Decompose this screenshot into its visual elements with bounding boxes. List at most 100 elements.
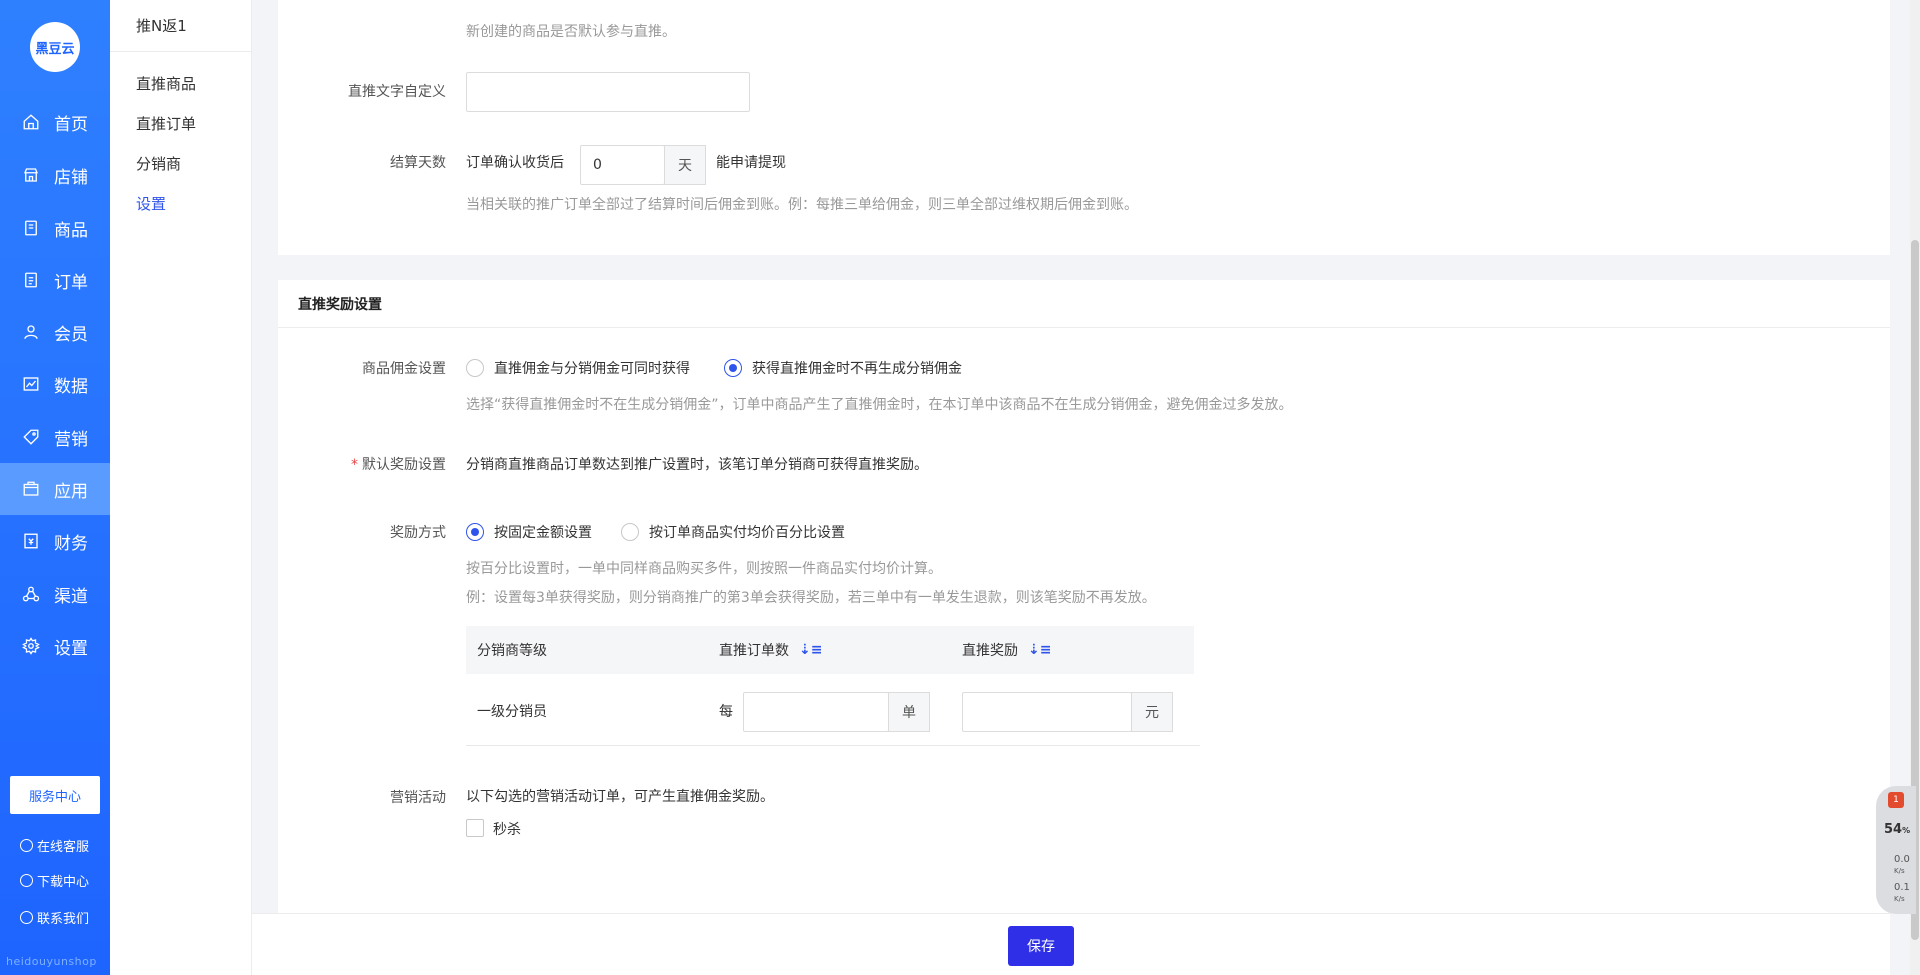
download-rate-unit: K/s [1894,895,1905,903]
contact-us-link[interactable]: 联系我们 [20,908,89,927]
table-row-per: 每 [719,704,733,720]
nav-item-finance[interactable]: 财务 [0,515,110,567]
th-reward-label: 直推奖励 [962,643,1018,659]
nav-item-label: 订单 [54,272,88,293]
channel-icon [20,585,42,603]
cpu-percent: 54% [1884,822,1910,837]
network-monitor-widget[interactable]: 1 54% 0.0 K/s 0.1 K/s [1876,786,1916,914]
th-reward[interactable]: 直推奖励 ⇣≡ [962,626,1051,674]
custom-text-input[interactable] [466,72,750,112]
radio-dot [621,523,639,541]
upload-rate: 0.0 K/s [1894,854,1910,876]
subnav-item-direct-orders[interactable]: 直推订单 [136,113,196,134]
reward-mode-percent[interactable]: 按订单商品实付均价百分比设置 [621,522,845,542]
save-button[interactable]: 保存 [1008,926,1074,966]
nav-item-app[interactable]: 应用 [0,463,110,515]
download-center-label: 下载中心 [37,875,90,890]
nav-item-store[interactable]: 店铺 [0,149,110,201]
reward-hint-2: 例：设置每3单获得奖励，则分销商推广的第3单会获得奖励，若三单中有一单发生退款，… [466,590,1156,606]
subnav-item-direct-goods[interactable]: 直推商品 [136,73,196,94]
nav-item-label: 数据 [54,376,88,397]
reward-amount-input[interactable] [962,692,1132,732]
nav-item-data[interactable]: 数据 [0,358,110,410]
reward-unit: 元 [1131,692,1173,732]
nav-item-label: 应用 [54,481,88,502]
online-service-link[interactable]: 在线客服 [20,836,89,855]
nav-item-label: 渠道 [54,586,88,607]
settle-unit: 天 [664,145,706,185]
default-reward-label-text: 默认奖励设置 [362,457,446,473]
home-icon [20,113,42,131]
chat-icon [20,911,33,924]
online-service-label: 在线客服 [37,840,90,855]
subnav-title: 推N返1 [110,0,251,52]
upload-rate-value: 0.0 [1894,854,1910,865]
settle-days-label: 结算天数 [390,155,446,171]
sort-icon[interactable]: ⇣≡ [1028,642,1051,658]
nav-item-goods[interactable]: 商品 [0,202,110,254]
th-orders[interactable]: 直推订单数 ⇣≡ [719,626,822,674]
subnav-item-settings[interactable]: 设置 [136,193,166,214]
table-row-level: 一级分销员 [477,704,547,720]
shield-icon: 1 [1888,792,1904,808]
radio-dot [724,359,742,377]
section-title: 直推奖励设置 [278,280,1890,328]
commission-setting-label: 商品佣金设置 [362,361,446,377]
nav-item-marketing[interactable]: 营销 [0,411,110,463]
orders-unit: 单 [888,692,930,732]
contact-us-label: 联系我们 [37,912,90,927]
settle-days-input[interactable]: 0 [580,145,665,185]
nav-item-member[interactable]: 会员 [0,306,110,358]
gear-icon [20,637,42,655]
chart-icon [20,375,42,393]
seckill-label: 秒杀 [493,822,521,838]
download-rate: 0.1 K/s [1894,882,1910,904]
store-icon [20,166,42,184]
goods-icon [20,219,42,237]
brand-logo[interactable]: 黑豆云 [30,22,80,72]
settle-hint: 当相关联的推广订单全部过了结算时间后佣金到账。例：每推三单给佣金，则三单全部过维… [466,197,1138,213]
table-divider [466,745,1200,746]
radio-dot [466,523,484,541]
finance-icon [20,532,42,550]
default-participate-hint: 新创建的商品是否默认参与直推。 [466,24,676,40]
nav-item-channel[interactable]: 渠道 [0,568,110,620]
reward-hint-1: 按百分比设置时，一单中同样商品购买多件，则按照一件商品实付均价计算。 [466,561,942,577]
nav-item-order[interactable]: 订单 [0,254,110,306]
download-center-link[interactable]: 下载中心 [20,871,89,890]
download-icon [20,874,33,887]
commission-option-both[interactable]: 直推佣金与分销佣金可同时获得 [466,358,690,378]
commission-option-direct-only[interactable]: 获得直推佣金时不再生成分销佣金 [724,358,962,378]
radio-label: 获得直推佣金时不再生成分销佣金 [752,361,962,377]
service-center-button[interactable]: 服务中心 [10,776,100,814]
member-icon [20,323,42,341]
orders-count-input[interactable] [743,692,889,732]
radio-label: 按订单商品实付均价百分比设置 [649,525,845,541]
tag-icon [20,428,42,446]
sort-icon[interactable]: ⇣≡ [799,642,822,658]
cpu-percent-unit: % [1902,826,1911,835]
radio-dot [466,359,484,377]
settle-suffix: 能申请提现 [716,155,786,171]
nav-item-label: 商品 [54,220,88,241]
headset-icon [20,839,33,852]
required-marker: * [351,457,358,473]
th-level: 分销商等级 [477,643,547,659]
main-nav: 黑豆云 首页 店铺 商品 订单 会员 数据 营销 应用 财务 渠道 设置 服务中… [0,0,110,975]
default-reward-text: 分销商直推商品订单数达到推广设置时，该笔订单分销商可获得直推奖励。 [466,457,928,473]
radio-label: 直推佣金与分销佣金可同时获得 [494,361,690,377]
footer-bar: 保存 [252,913,1890,975]
custom-text-label: 直推文字自定义 [348,84,446,100]
reward-mode-label: 奖励方式 [390,525,446,541]
subnav-item-distributors[interactable]: 分销商 [136,153,181,174]
reward-mode-fixed[interactable]: 按固定金额设置 [466,522,592,542]
nav-item-home[interactable]: 首页 [0,96,110,148]
nav-item-label: 首页 [54,114,88,135]
sub-nav: 推N返1 直推商品 直推订单 分销商 设置 [110,0,252,975]
reward-table-header: 分销商等级 直推订单数 ⇣≡ 直推奖励 ⇣≡ [466,626,1194,674]
nav-item-settings[interactable]: 设置 [0,620,110,672]
settle-prefix: 订单确认收货后 [466,155,564,171]
marketing-text: 以下勾选的营销活动订单，可产生直推佣金奖励。 [466,789,774,805]
seckill-checkbox[interactable] [466,819,484,837]
nav-item-label: 财务 [54,533,88,554]
